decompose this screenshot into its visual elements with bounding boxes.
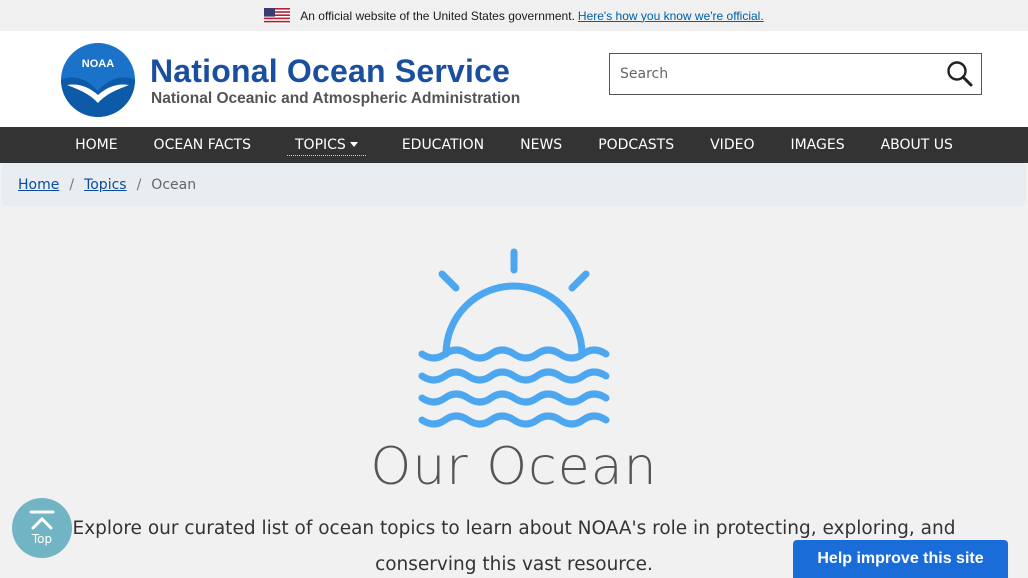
- search-input[interactable]: [610, 54, 939, 94]
- back-to-top-label: Top: [31, 532, 53, 546]
- gov-banner-text: An official website of the United States…: [300, 8, 575, 23]
- hero-section: Our Ocean Explore our curated list of oc…: [0, 206, 1028, 578]
- nav-item-images[interactable]: IMAGES: [790, 127, 844, 163]
- noaa-logo[interactable]: NOAA: [61, 43, 135, 117]
- breadcrumb-separator: /: [136, 176, 142, 193]
- gov-banner: An official website of the United States…: [0, 0, 1028, 31]
- search-icon: [947, 61, 973, 87]
- nav-item-ocean-facts[interactable]: OCEAN FACTS: [154, 127, 251, 163]
- nav-item-video[interactable]: VIDEO: [710, 127, 754, 163]
- nav-item-podcasts[interactable]: PODCASTS: [598, 127, 674, 163]
- site-title[interactable]: National Ocean Service: [150, 53, 510, 90]
- nav-item-topics[interactable]: TOPICS: [287, 134, 366, 156]
- sun-over-waves-icon: [418, 248, 610, 428]
- breadcrumb-topics[interactable]: Topics: [84, 177, 127, 193]
- us-flag-icon: [264, 7, 291, 24]
- arrow-up-icon: [29, 510, 55, 530]
- search-button[interactable]: [939, 54, 981, 94]
- breadcrumb-home[interactable]: Home: [18, 177, 59, 193]
- site-header: NOAA National Ocean Service National Oce…: [0, 31, 1028, 127]
- gov-banner-link[interactable]: Here's how you know we're official.: [578, 9, 764, 23]
- search-box: [609, 53, 982, 95]
- breadcrumb-separator: /: [69, 176, 75, 193]
- nav-item-about-us[interactable]: ABOUT US: [881, 127, 953, 163]
- back-to-top-button[interactable]: Top: [12, 498, 72, 558]
- feedback-button[interactable]: Help improve this site: [793, 540, 1008, 578]
- nav-item-news[interactable]: NEWS: [520, 127, 562, 163]
- nav-item-education[interactable]: EDUCATION: [402, 127, 484, 163]
- breadcrumb-current: Ocean: [151, 176, 197, 193]
- nav-item-home[interactable]: HOME: [75, 127, 117, 163]
- main-nav: HOME OCEAN FACTS TOPICS EDUCATION NEWS P…: [0, 127, 1028, 163]
- svg-text:NOAA: NOAA: [82, 58, 114, 70]
- breadcrumb: Home / Topics / Ocean: [2, 163, 1026, 206]
- page-title: Our Ocean: [370, 437, 658, 497]
- site-subtitle: National Oceanic and Atmospheric Adminis…: [151, 90, 521, 107]
